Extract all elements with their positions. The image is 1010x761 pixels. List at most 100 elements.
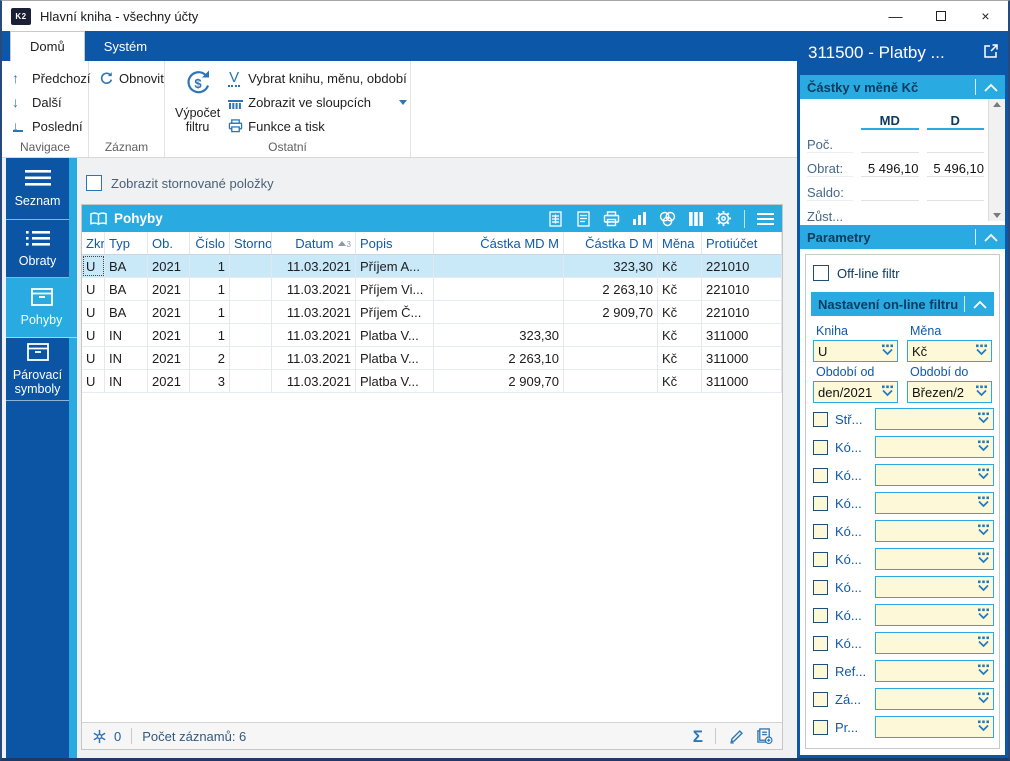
table-cell[interactable]: Kč bbox=[658, 370, 702, 392]
table-row[interactable]: UIN2021111.03.2021Platba V...323,30Kč311… bbox=[82, 324, 782, 347]
combo-dropdown-icon[interactable] bbox=[977, 412, 990, 427]
table-row[interactable]: UBA2021111.03.2021Příjem Vi...2 263,10Kč… bbox=[82, 278, 782, 301]
sidebar-item-seznam[interactable]: Seznam bbox=[6, 158, 69, 220]
table-cell[interactable]: 221010 bbox=[702, 278, 782, 300]
filter-checkbox[interactable] bbox=[813, 664, 828, 679]
table-cell[interactable]: 1 bbox=[190, 278, 230, 300]
obdobi-do-combobox[interactable]: Březen/2 bbox=[907, 381, 992, 403]
next-button[interactable]: ↓ Další bbox=[12, 90, 91, 114]
table-cell[interactable]: 311000 bbox=[702, 324, 782, 346]
table-cell[interactable] bbox=[564, 370, 658, 392]
table-row[interactable]: UBA2021111.03.2021Příjem A...323,30Kč221… bbox=[82, 255, 782, 278]
table-cell[interactable]: 2021 bbox=[148, 255, 190, 277]
table-cell[interactable] bbox=[230, 278, 272, 300]
table-cell[interactable]: BA bbox=[105, 255, 148, 277]
combo-dropdown-icon[interactable] bbox=[977, 496, 990, 511]
select-book-currency-period-button[interactable]: V Vybrat knihu, měnu, období bbox=[228, 66, 407, 90]
combo-dropdown-icon[interactable] bbox=[977, 580, 990, 595]
amounts-section-header[interactable]: Částky v měně Kč bbox=[800, 75, 1005, 99]
table-cell[interactable]: 2 bbox=[190, 347, 230, 369]
filter-combobox[interactable] bbox=[875, 576, 994, 598]
combo-dropdown-icon[interactable] bbox=[977, 636, 990, 651]
last-button[interactable]: ↓ Poslední bbox=[12, 114, 91, 138]
table-cell[interactable]: IN bbox=[105, 324, 148, 346]
sidebar-item-obraty[interactable]: Obraty bbox=[6, 220, 69, 278]
filter-combobox[interactable] bbox=[875, 492, 994, 514]
filter-combobox[interactable] bbox=[875, 604, 994, 626]
kniha-combobox[interactable]: U bbox=[813, 340, 898, 362]
mena-combobox[interactable]: Kč bbox=[907, 340, 992, 362]
refresh-button[interactable]: Obnovit bbox=[99, 66, 164, 90]
filter-checkbox[interactable] bbox=[813, 692, 828, 707]
table-cell[interactable]: 11.03.2021 bbox=[272, 370, 356, 392]
combo-dropdown-icon[interactable] bbox=[977, 664, 990, 679]
table-cell[interactable]: 323,30 bbox=[434, 324, 564, 346]
table-cell[interactable]: 11.03.2021 bbox=[272, 347, 356, 369]
sum-icon[interactable]: Σ bbox=[693, 728, 703, 745]
table-cell[interactable]: 2021 bbox=[148, 324, 190, 346]
table-cell[interactable]: 2 909,70 bbox=[434, 370, 564, 392]
filter-checkbox[interactable] bbox=[813, 412, 828, 427]
column-header[interactable]: Částka D M bbox=[564, 232, 658, 254]
table-cell[interactable]: 11.03.2021 bbox=[272, 278, 356, 300]
filter-checkbox[interactable] bbox=[813, 496, 828, 511]
filter-checkbox[interactable] bbox=[813, 580, 828, 595]
table-cell[interactable]: U bbox=[82, 370, 105, 392]
table-cell[interactable] bbox=[230, 347, 272, 369]
scroll-up-icon[interactable] bbox=[993, 102, 1001, 107]
functions-print-button[interactable]: Funkce a tisk bbox=[228, 114, 407, 138]
table-cell[interactable]: 1 bbox=[190, 324, 230, 346]
combo-dropdown-icon[interactable] bbox=[881, 385, 894, 400]
show-cancelled-checkbox[interactable] bbox=[86, 175, 102, 191]
table-cell[interactable]: 11.03.2021 bbox=[272, 255, 356, 277]
table-cell[interactable] bbox=[230, 324, 272, 346]
grid-menu-icon[interactable] bbox=[757, 213, 774, 225]
table-cell[interactable]: Platba V... bbox=[356, 347, 434, 369]
table-cell[interactable] bbox=[434, 255, 564, 277]
combo-dropdown-icon[interactable] bbox=[977, 608, 990, 623]
maximize-button[interactable] bbox=[918, 1, 963, 31]
table-cell[interactable]: Kč bbox=[658, 301, 702, 323]
export-text-document-icon[interactable] bbox=[575, 210, 592, 228]
table-cell[interactable]: 2 263,10 bbox=[434, 347, 564, 369]
collapse-chevron-icon[interactable] bbox=[964, 296, 987, 312]
table-cell[interactable]: 3 bbox=[190, 370, 230, 392]
sidebar-item-pohyby[interactable]: Pohyby bbox=[6, 278, 77, 338]
table-cell[interactable]: 221010 bbox=[702, 255, 782, 277]
table-cell[interactable]: Platba V... bbox=[356, 324, 434, 346]
table-cell[interactable]: Kč bbox=[658, 324, 702, 346]
table-cell[interactable] bbox=[564, 347, 658, 369]
filter-combobox[interactable] bbox=[875, 408, 994, 430]
print-icon[interactable] bbox=[603, 210, 620, 228]
filter-checkbox[interactable] bbox=[813, 524, 828, 539]
table-cell[interactable]: Příjem Vi... bbox=[356, 278, 434, 300]
table-cell[interactable]: 2 909,70 bbox=[564, 301, 658, 323]
obdobi-od-combobox[interactable]: den/2021 bbox=[813, 381, 898, 403]
column-header[interactable]: Datum3 bbox=[272, 232, 356, 254]
amounts-scrollbar[interactable] bbox=[988, 99, 1005, 221]
table-cell[interactable]: Kč bbox=[658, 347, 702, 369]
table-cell[interactable]: U bbox=[82, 347, 105, 369]
filter-checkbox[interactable] bbox=[813, 636, 828, 651]
table-cell[interactable]: U bbox=[82, 278, 105, 300]
table-cell[interactable]: U bbox=[82, 301, 105, 323]
filter-combobox[interactable] bbox=[875, 520, 994, 542]
table-cell[interactable]: 311000 bbox=[702, 370, 782, 392]
filter-checkbox[interactable] bbox=[813, 608, 828, 623]
export-grid-document-icon[interactable] bbox=[547, 210, 564, 228]
table-cell[interactable]: Platba V... bbox=[356, 370, 434, 392]
table-cell[interactable]: IN bbox=[105, 347, 148, 369]
show-in-columns-button[interactable]: Zobrazit ve sloupcích bbox=[228, 90, 407, 114]
column-header[interactable]: Zkra bbox=[82, 232, 105, 254]
table-cell[interactable]: 11.03.2021 bbox=[272, 301, 356, 323]
table-row[interactable]: UIN2021311.03.2021Platba V...2 909,70Kč3… bbox=[82, 370, 782, 393]
table-cell[interactable]: U bbox=[82, 255, 105, 277]
filter-combobox[interactable] bbox=[875, 464, 994, 486]
filter-combobox[interactable] bbox=[875, 632, 994, 654]
table-cell[interactable]: BA bbox=[105, 278, 148, 300]
filter-combobox[interactable] bbox=[875, 716, 994, 738]
column-header[interactable]: Typ bbox=[105, 232, 148, 254]
add-record-icon[interactable] bbox=[756, 727, 773, 745]
table-cell[interactable]: 2021 bbox=[148, 278, 190, 300]
column-header[interactable]: Měna bbox=[658, 232, 702, 254]
